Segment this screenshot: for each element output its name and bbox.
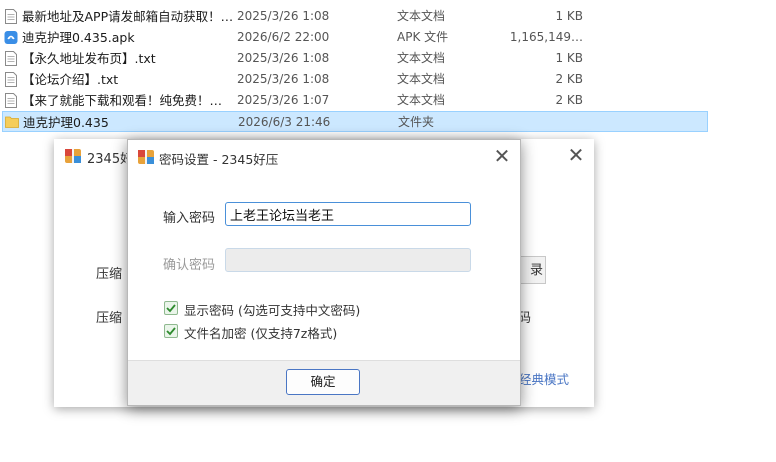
encrypt-filenames-checkbox[interactable] xyxy=(164,324,178,338)
show-password-label[interactable]: 显示密码 (勾选可支持中文密码) xyxy=(184,300,360,319)
file-row[interactable]: 迪克护理0.435.apk 2026/6/2 22:00 APK 文件 1,165,1… xyxy=(0,27,776,48)
file-size: 2 KB xyxy=(555,93,583,107)
haozip-logo-icon xyxy=(65,149,81,163)
file-name: 迪克护理0.435.apk xyxy=(22,30,135,45)
background-close-icon[interactable]: ✕ xyxy=(566,143,586,167)
file-type: 文本文档 xyxy=(397,93,446,107)
file-name: 【论坛介绍】.txt xyxy=(22,72,119,87)
file-date: 2026/6/2 22:00 xyxy=(237,30,330,44)
file-row[interactable]: 迪克护理0.435 2026/6/3 21:46 文件夹 xyxy=(2,111,708,132)
password-label: 输入密码 xyxy=(163,211,216,226)
password-dialog: 密码设置 - 2345好压 ✕ 输入密码 确认密码 显示密码 (勾选可支持中文密… xyxy=(127,139,521,406)
file-type: 文本文档 xyxy=(397,51,446,65)
folder-icon xyxy=(5,116,19,128)
haozip-logo-icon xyxy=(138,150,154,164)
close-icon[interactable]: ✕ xyxy=(492,144,512,168)
encrypt-filenames-label[interactable]: 文件名加密 (仅支持7z格式) xyxy=(184,323,337,342)
file-date: 2025/3/26 1:08 xyxy=(237,72,330,86)
file-date: 2025/3/26 1:08 xyxy=(237,9,330,23)
file-type: 文本文档 xyxy=(397,72,446,86)
text-file-icon xyxy=(5,93,17,108)
background-label-compress-2: 压缩 xyxy=(96,311,123,326)
ok-button[interactable]: 确定 xyxy=(286,369,360,395)
text-file-icon xyxy=(5,9,17,24)
classic-mode-link[interactable]: 经典模式 xyxy=(519,369,569,388)
show-password-checkbox[interactable] xyxy=(164,301,178,315)
file-date: 2025/3/26 1:07 xyxy=(237,93,330,107)
background-label-compress-1: 压缩 xyxy=(96,267,123,282)
file-row[interactable]: 最新地址及APP请发邮箱自动获取！… 2025/3/26 1:08 文本文档 1 KB xyxy=(0,6,776,27)
file-size: 2 KB xyxy=(555,72,583,86)
apk-file-icon xyxy=(4,31,18,44)
dialog-footer: 确定 xyxy=(128,360,520,405)
file-type: 文件夹 xyxy=(398,115,435,129)
file-row[interactable]: 【论坛介绍】.txt 2025/3/26 1:08 文本文档 2 KB xyxy=(0,69,776,90)
text-file-icon xyxy=(5,51,17,66)
confirm-password-input[interactable] xyxy=(225,248,471,272)
text-file-icon xyxy=(5,72,17,87)
file-row[interactable]: 【来了就能下载和观看！纯免费！… 2025/3/26 1:07 文本文档 2 KB xyxy=(0,90,776,111)
password-dialog-title: 密码设置 - 2345好压 xyxy=(159,152,279,167)
file-type: APK 文件 xyxy=(397,30,449,44)
confirm-password-label: 确认密码 xyxy=(163,258,216,273)
file-size: 1 KB xyxy=(555,51,583,65)
checkmark-icon xyxy=(166,304,176,313)
password-dialog-titlebar[interactable]: 密码设置 - 2345好压 ✕ xyxy=(128,140,520,174)
file-name: 【永久地址发布页】.txt xyxy=(22,51,156,66)
password-input[interactable] xyxy=(225,202,471,226)
file-name: 【来了就能下载和观看！纯免费！… xyxy=(22,93,223,108)
file-size: 1,165,149… xyxy=(509,30,583,44)
file-date: 2026/6/3 21:46 xyxy=(238,115,331,129)
file-size: 1 KB xyxy=(555,9,583,23)
file-row[interactable]: 【永久地址发布页】.txt 2025/3/26 1:08 文本文档 1 KB xyxy=(0,48,776,69)
file-name: 迪克护理0.435 xyxy=(23,115,109,130)
file-type: 文本文档 xyxy=(397,9,446,23)
file-date: 2025/3/26 1:08 xyxy=(237,51,330,65)
file-name: 最新地址及APP请发邮箱自动获取！… xyxy=(22,9,234,24)
checkmark-icon xyxy=(166,327,176,336)
file-list: 最新地址及APP请发邮箱自动获取！… 2025/3/26 1:08 文本文档 1 KB… xyxy=(0,6,776,132)
